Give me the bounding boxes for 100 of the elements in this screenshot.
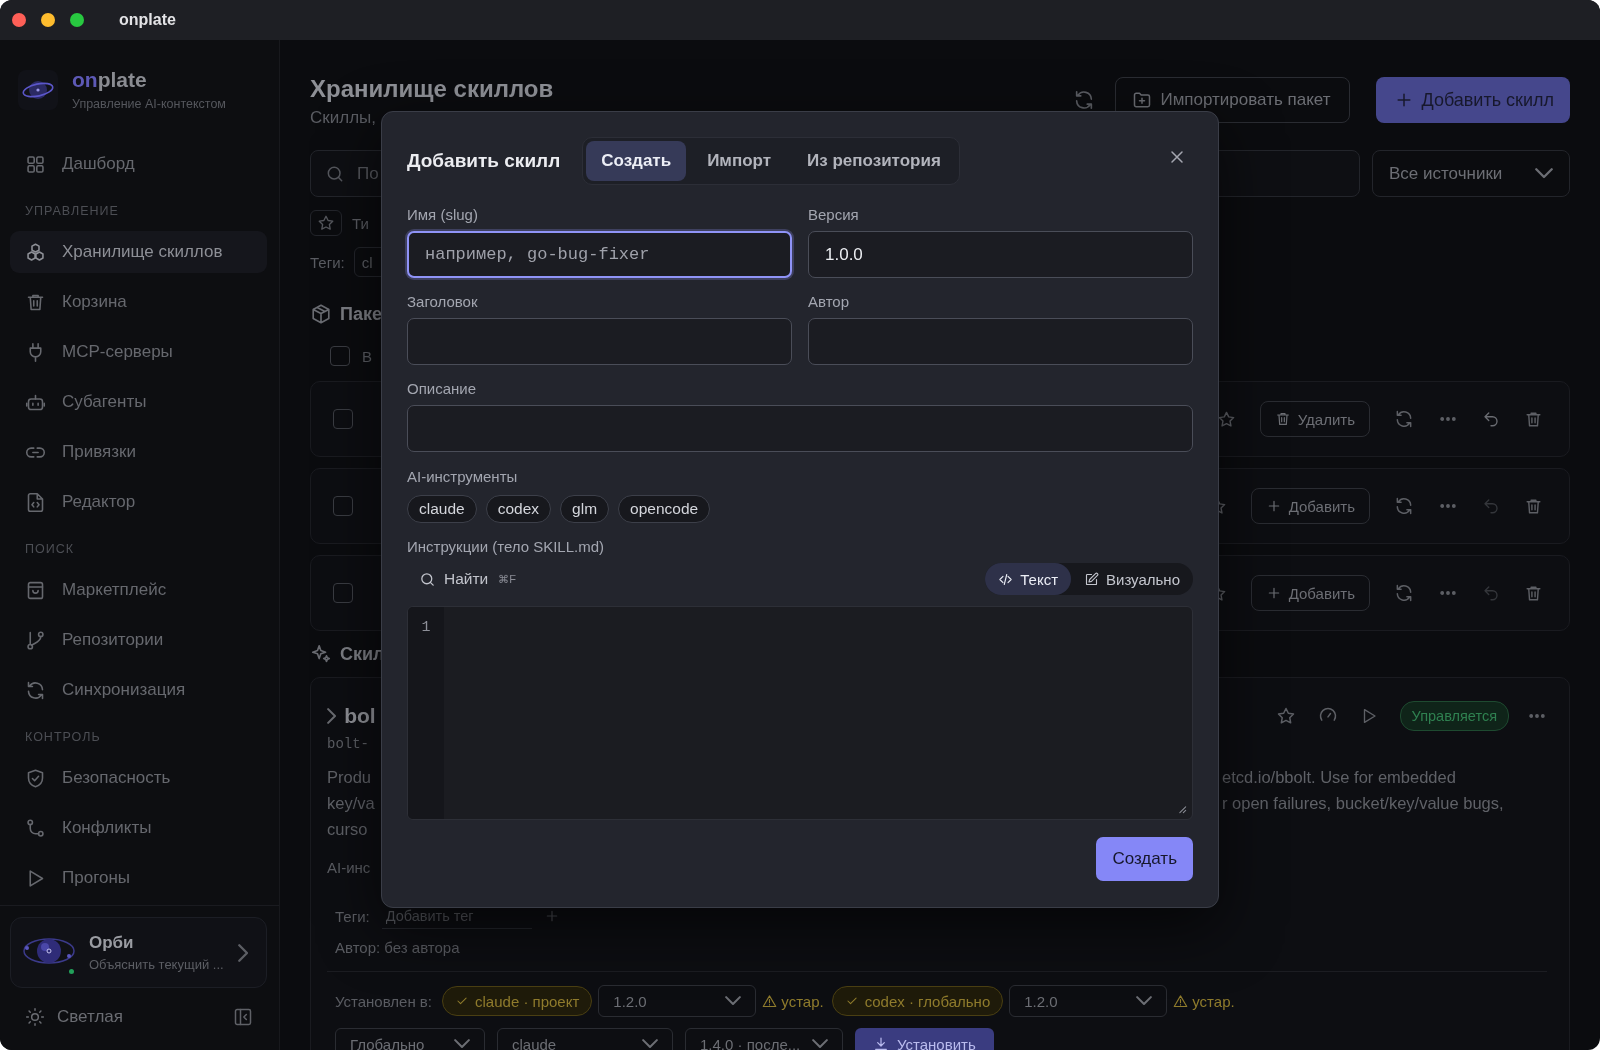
input-field[interactable] xyxy=(407,318,792,365)
trash-icon[interactable] xyxy=(1524,583,1543,603)
undo-icon[interactable] xyxy=(1482,410,1500,428)
trash-icon[interactable] xyxy=(1524,496,1543,516)
version-select[interactable]: 1.4.0 · после... xyxy=(685,1028,843,1050)
sync-icon[interactable] xyxy=(1394,496,1414,516)
tool-chip[interactable]: opencode xyxy=(618,495,711,523)
checkbox[interactable] xyxy=(330,346,350,366)
minimize-window-button[interactable] xyxy=(41,13,55,27)
star-icon[interactable] xyxy=(1275,706,1296,726)
outdated-warning: устар. xyxy=(1173,992,1235,1010)
close-window-button[interactable] xyxy=(12,13,26,27)
skill-slug: bolt- xyxy=(327,735,370,753)
sidebar-item[interactable]: Безопасность xyxy=(10,757,267,799)
bag-icon xyxy=(25,579,46,601)
input-field[interactable]: например, go-bug-fixer xyxy=(407,231,792,278)
sidebar-item[interactable]: Маркетплейс xyxy=(10,569,267,611)
description-text: r open failures, bucket/key/value bugs, xyxy=(1222,793,1505,814)
add-button[interactable]: Добавить xyxy=(1250,488,1370,524)
sidebar-item[interactable]: Корзина xyxy=(10,281,267,323)
theme-toggle[interactable]: Светлая xyxy=(25,1007,123,1027)
tool-chip[interactable]: glm xyxy=(560,495,610,523)
collapse-sidebar-icon[interactable] xyxy=(233,1007,253,1027)
sidebar-item[interactable]: MCP-серверы xyxy=(10,331,267,373)
warning-icon xyxy=(1173,993,1189,1009)
checkbox[interactable] xyxy=(333,409,353,429)
field-label: AI-инструменты xyxy=(407,468,519,486)
nav-section-heading: ПОИСК xyxy=(25,542,75,558)
find-button[interactable]: Найти xyxy=(407,570,489,588)
line-number: 1 xyxy=(421,619,431,636)
sidebar-item[interactable]: Репозитории xyxy=(10,619,267,661)
undo-icon[interactable] xyxy=(1482,497,1500,515)
remove-button[interactable]: Удалить xyxy=(1259,401,1370,437)
chevron-down-icon xyxy=(642,1039,658,1049)
input-field[interactable] xyxy=(808,318,1193,365)
create-button[interactable]: Создать xyxy=(1096,837,1193,881)
field-label: Версия xyxy=(808,206,860,224)
tags-label: Теги: xyxy=(335,907,370,925)
add-button[interactable]: Добавить xyxy=(1250,575,1370,611)
version-select[interactable]: 1.2.0 xyxy=(1009,985,1168,1017)
favorites-filter-button[interactable] xyxy=(310,210,342,236)
sidebar-item[interactable]: Конфликты xyxy=(10,807,267,849)
sidebar-item[interactable]: Редактор xyxy=(10,481,267,523)
zoom-window-button[interactable] xyxy=(70,13,84,27)
description-text: etcd.io/bbolt. Use for embedded xyxy=(1222,767,1457,788)
folder-plus-icon xyxy=(1132,90,1153,110)
sidebar-item[interactable]: Субагенты xyxy=(10,381,267,423)
outdated-warning: устар. xyxy=(762,992,824,1010)
planet-icon xyxy=(18,69,58,110)
mode-tab[interactable]: Визуально xyxy=(1071,563,1193,595)
trash-icon[interactable] xyxy=(1524,409,1543,429)
sidebar-item[interactable]: Прогоны xyxy=(10,857,267,899)
sidebar-item[interactable]: Дашборд xyxy=(10,143,267,185)
assistant-card[interactable]: Орби Объяснить текущий ... xyxy=(10,917,267,988)
field-label: Имя (slug) xyxy=(407,206,479,224)
dialog-title: Добавить скилл xyxy=(407,150,561,172)
mode-tab[interactable]: Текст xyxy=(985,563,1072,595)
sync-icon[interactable] xyxy=(1394,583,1414,603)
source-filter-select[interactable]: Все источники xyxy=(1372,150,1570,197)
sidebar-item[interactable]: Хранилище скиллов xyxy=(10,231,267,273)
box-icon xyxy=(310,303,332,325)
tools-label: AI-инс xyxy=(327,858,371,878)
page-title: Хранилище скиллов xyxy=(310,75,554,103)
add-skill-button[interactable]: Добавить скилл xyxy=(1375,77,1570,123)
page-subtitle: Скиллы, xyxy=(310,107,377,129)
tool-chip[interactable]: claude xyxy=(407,495,477,523)
installed-target-chip: codex · глобально xyxy=(831,986,1004,1016)
chevron-down-icon xyxy=(812,1039,828,1049)
sync-icon[interactable] xyxy=(1394,409,1414,429)
type-filter-label: Ти xyxy=(352,214,369,232)
star-icon[interactable] xyxy=(1216,409,1236,429)
scope-select[interactable]: Глобально xyxy=(335,1028,485,1050)
dashboard-icon xyxy=(25,153,46,175)
assistant-name: Орби xyxy=(89,933,135,953)
window-title: onplate xyxy=(119,11,176,29)
chevron-right-icon[interactable] xyxy=(327,708,337,724)
code-editor[interactable]: 1 xyxy=(407,606,1193,820)
tab[interactable]: Импорт xyxy=(692,141,787,181)
version-select[interactable]: 1.2.0 xyxy=(598,985,757,1017)
nav-section-heading: УПРАВЛЕНИЕ xyxy=(25,204,120,220)
chevron-down-icon xyxy=(725,996,742,1006)
merge-icon xyxy=(25,817,46,839)
app-name: onplate xyxy=(72,68,148,92)
sidebar-item[interactable]: Синхронизация xyxy=(10,669,267,711)
tab[interactable]: Создать xyxy=(586,141,687,181)
input-field[interactable]: 1.0.0 xyxy=(808,231,1193,278)
tool-chip[interactable]: codex xyxy=(485,495,552,523)
section-title: Паке xyxy=(340,303,382,325)
branch-icon xyxy=(25,629,46,651)
tags-label: Теги: xyxy=(310,253,345,271)
checkbox[interactable] xyxy=(333,583,353,603)
code-icon xyxy=(998,571,1014,587)
tab[interactable]: Из репозитория xyxy=(792,141,956,181)
checkbox[interactable] xyxy=(333,496,353,516)
sidebar-item[interactable]: Привязки xyxy=(10,431,267,473)
shield-check-icon xyxy=(25,767,46,789)
input-field[interactable] xyxy=(407,405,1193,452)
install-button[interactable]: Установить xyxy=(855,1028,994,1050)
tool-select[interactable]: claude xyxy=(497,1028,673,1050)
undo-icon[interactable] xyxy=(1482,584,1500,602)
